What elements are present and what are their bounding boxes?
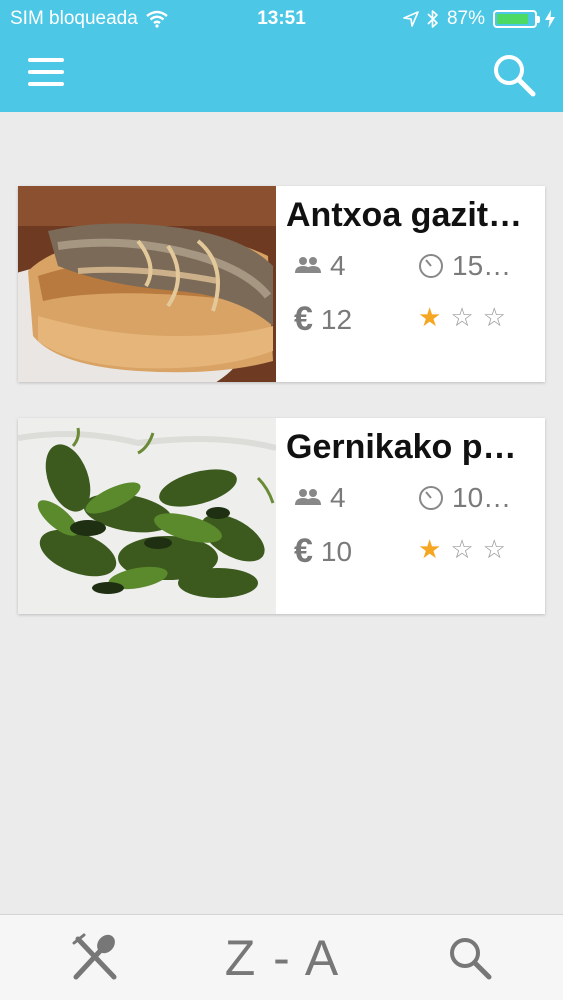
recipe-card[interactable]: Antxoa gazit… 4 15… € 12 ★ ☆ ☆: [18, 186, 545, 382]
star-filled-icon: ★: [418, 534, 443, 564]
prep-time-value: 10…: [452, 482, 512, 513]
battery-percent: 87%: [446, 8, 485, 29]
prep-time: 15…: [418, 250, 511, 282]
star-empty-icon: ☆: [450, 302, 475, 332]
servings-count: 4: [330, 482, 346, 513]
top-bar: SIM bloqueada 13:51 87%: [0, 0, 563, 112]
star-empty-icon: ☆: [482, 302, 507, 332]
price-value: 10: [320, 535, 353, 567]
battery-icon: [493, 10, 540, 28]
tab-bar: Z - A: [0, 914, 563, 1000]
servings-count: 4: [330, 250, 346, 281]
hamburger-icon: [28, 58, 64, 62]
people-icon: [295, 489, 321, 505]
price: € 12: [294, 300, 352, 339]
servings: 4: [294, 250, 346, 282]
euro-icon: €: [294, 300, 313, 338]
fork-spoon-icon: [72, 933, 117, 980]
menu-button[interactable]: [28, 58, 64, 88]
charging-bolt-icon: [545, 10, 555, 28]
bluetooth-icon: [427, 10, 438, 28]
tab-search[interactable]: [415, 915, 525, 1000]
location-arrow-icon: [403, 11, 419, 27]
recipe-photo-peppers: [18, 418, 276, 614]
recipe-card[interactable]: Gernikako p… 4 10… € 10 ★ ☆ ☆: [18, 418, 545, 614]
star-empty-icon: ☆: [450, 534, 475, 564]
price-value: 12: [320, 303, 353, 335]
tab-sort[interactable]: Z - A: [200, 915, 365, 1000]
recipe-photo-anchovy: [18, 186, 276, 382]
tab-recipes[interactable]: [40, 915, 150, 1000]
search-button[interactable]: [491, 52, 537, 98]
prep-time-value: 15…: [452, 250, 512, 281]
star-empty-icon: ☆: [482, 534, 507, 564]
euro-icon: €: [294, 532, 313, 570]
timer-icon: [419, 486, 443, 510]
servings: 4: [294, 482, 346, 514]
timer-icon: [419, 254, 443, 278]
search-icon: [450, 938, 492, 980]
status-bar: SIM bloqueada 13:51 87%: [0, 0, 563, 38]
prep-time: 10…: [418, 482, 511, 514]
price: € 10: [294, 532, 352, 571]
difficulty-rating: ★ ☆ ☆: [418, 302, 507, 333]
recipe-title: Antxoa gazit…: [286, 196, 523, 234]
battery-level: [497, 14, 529, 24]
recipe-title: Gernikako p…: [286, 428, 517, 466]
star-filled-icon: ★: [418, 302, 443, 332]
people-icon: [295, 257, 321, 273]
difficulty-rating: ★ ☆ ☆: [418, 534, 507, 565]
